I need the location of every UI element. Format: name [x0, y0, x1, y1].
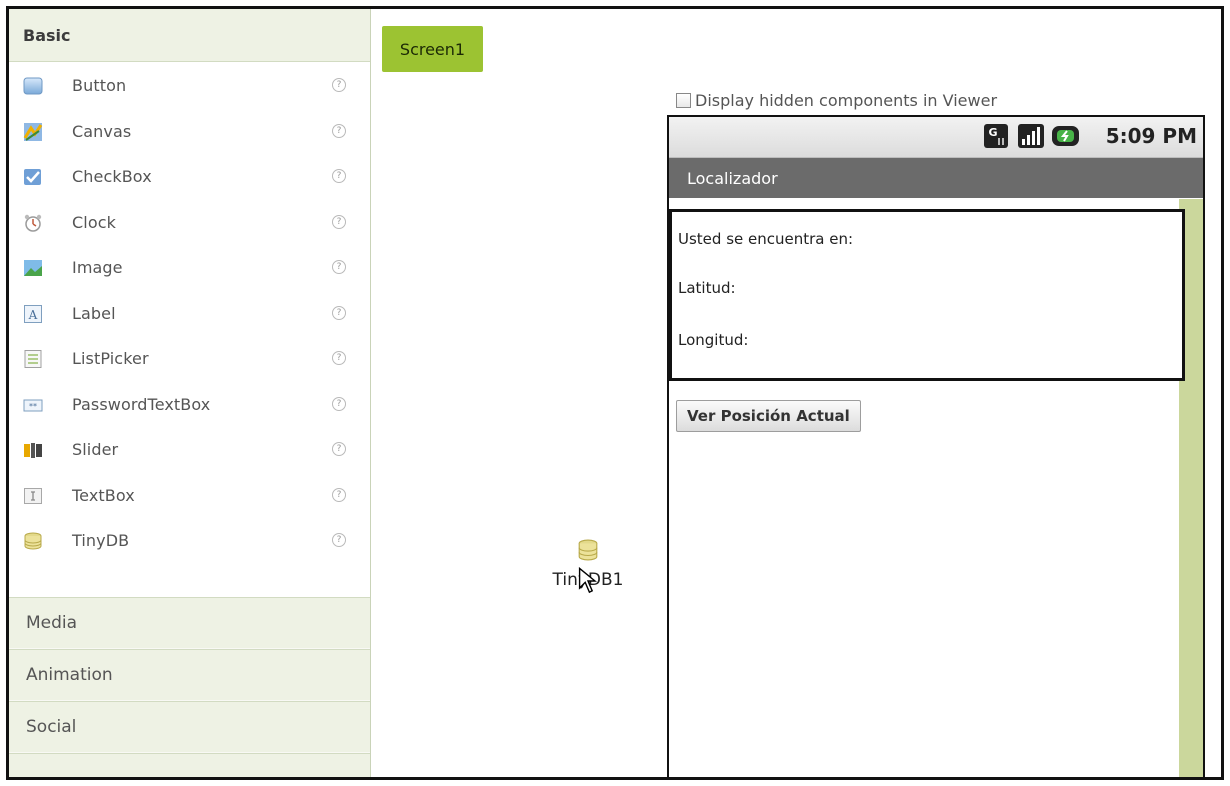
palette-panel: Basic Button ? Canvas ? CheckBox ? Clock…: [9, 9, 371, 777]
location-label[interactable]: Usted se encuentra en:: [678, 230, 853, 248]
palette-section-basic[interactable]: Basic: [9, 9, 370, 62]
help-icon[interactable]: ?: [332, 351, 346, 365]
help-icon[interactable]: ?: [332, 78, 346, 92]
phone-preview: G 5:09 PM Localizador Usted se encuentra…: [667, 115, 1205, 777]
checkbox-box[interactable]: [676, 93, 691, 108]
palette-item-label[interactable]: A Label ?: [9, 292, 370, 338]
image-icon: [24, 260, 42, 276]
help-icon[interactable]: ?: [332, 169, 346, 183]
longitude-label[interactable]: Longitud:: [678, 331, 748, 349]
battery-icon: [1052, 126, 1079, 146]
palette-item-tinydb[interactable]: TinyDB ?: [9, 519, 370, 565]
help-icon[interactable]: ?: [332, 260, 346, 274]
palette-item-label: Clock: [72, 212, 116, 232]
svg-text:G: G: [988, 126, 997, 139]
palette-category-more[interactable]: [9, 753, 370, 777]
latitude-label[interactable]: Latitud:: [678, 279, 736, 297]
slider-icon: [24, 443, 42, 458]
palette-item-label: Canvas: [72, 121, 132, 141]
palette-item-image[interactable]: Image ?: [9, 246, 370, 292]
palette-item-label: Slider: [72, 440, 119, 459]
palette-item-canvas[interactable]: Canvas ?: [9, 110, 370, 156]
palette-item-clock[interactable]: Clock ?: [9, 201, 370, 247]
help-icon[interactable]: ?: [332, 533, 346, 547]
signal-strength-icon: [1018, 124, 1044, 148]
palette-item-listpicker[interactable]: ListPicker ?: [9, 337, 370, 383]
svg-text:A: A: [28, 308, 38, 322]
svg-text:**: **: [29, 402, 37, 411]
palette-item-textbox[interactable]: TextBox ?: [9, 474, 370, 520]
button-icon: [23, 77, 43, 95]
palette-items: Button ? Canvas ? CheckBox ? Clock ? Ima: [9, 62, 370, 565]
listpicker-icon: [24, 350, 42, 368]
palette-item-label: ListPicker: [72, 349, 149, 368]
palette-item-label: Label: [72, 303, 116, 323]
vertical-arrangement[interactable]: Usted se encuentra en: Latitud: Longitud…: [669, 209, 1185, 381]
palette-item-slider[interactable]: Slider ?: [9, 428, 370, 474]
palette-item-label: Image: [72, 258, 123, 277]
passwordtextbox-icon: **: [23, 399, 43, 411]
phone-status-bar: G 5:09 PM: [669, 117, 1203, 158]
checkbox-icon: [24, 169, 41, 185]
display-hidden-label: Display hidden components in Viewer: [695, 91, 998, 110]
palette-item-checkbox[interactable]: CheckBox ?: [9, 155, 370, 201]
palette-item-label: CheckBox: [72, 167, 152, 186]
tinydb-component[interactable]: TinyDB1: [528, 537, 648, 594]
help-icon[interactable]: ?: [332, 214, 346, 229]
ver-posicion-button[interactable]: Ver Posición Actual: [676, 400, 861, 432]
palette-item-label: PasswordTextBox: [72, 394, 211, 414]
palette-category-media[interactable]: Media: [9, 597, 370, 649]
app-inventor-designer: Basic Button ? Canvas ? CheckBox ? Clock…: [6, 6, 1224, 780]
palette-item-label: TextBox: [72, 485, 135, 505]
mouse-cursor-icon: [578, 567, 597, 594]
help-icon[interactable]: ?: [332, 305, 346, 320]
screen-tab[interactable]: Screen1: [382, 26, 483, 72]
help-icon[interactable]: ?: [332, 396, 346, 411]
palette-item-button[interactable]: Button ?: [9, 64, 370, 110]
help-icon[interactable]: ?: [332, 487, 346, 502]
tinydb-icon: [24, 532, 42, 550]
status-icons: G: [983, 123, 1081, 149]
help-icon[interactable]: ?: [332, 442, 346, 456]
palette-categories: Media Animation Social: [9, 597, 370, 777]
network-type-icon: G: [984, 124, 1008, 148]
help-icon[interactable]: ?: [332, 123, 346, 138]
palette-item-passwordtextbox[interactable]: ** PasswordTextBox ?: [9, 383, 370, 429]
clock-icon: [24, 214, 42, 232]
textbox-icon: [24, 487, 42, 504]
tinydb-icon: [578, 539, 598, 561]
palette-item-label: Button: [72, 76, 127, 95]
palette-category-animation[interactable]: Animation: [9, 649, 370, 701]
status-time: 5:09 PM: [1105, 124, 1197, 148]
palette-item-label: TinyDB: [72, 531, 130, 550]
label-icon: A: [24, 304, 42, 323]
app-title-bar: Localizador: [669, 158, 1203, 198]
display-hidden-checkbox[interactable]: Display hidden components in Viewer: [676, 91, 997, 110]
canvas-icon: [23, 122, 43, 141]
palette-category-social[interactable]: Social: [9, 701, 370, 753]
